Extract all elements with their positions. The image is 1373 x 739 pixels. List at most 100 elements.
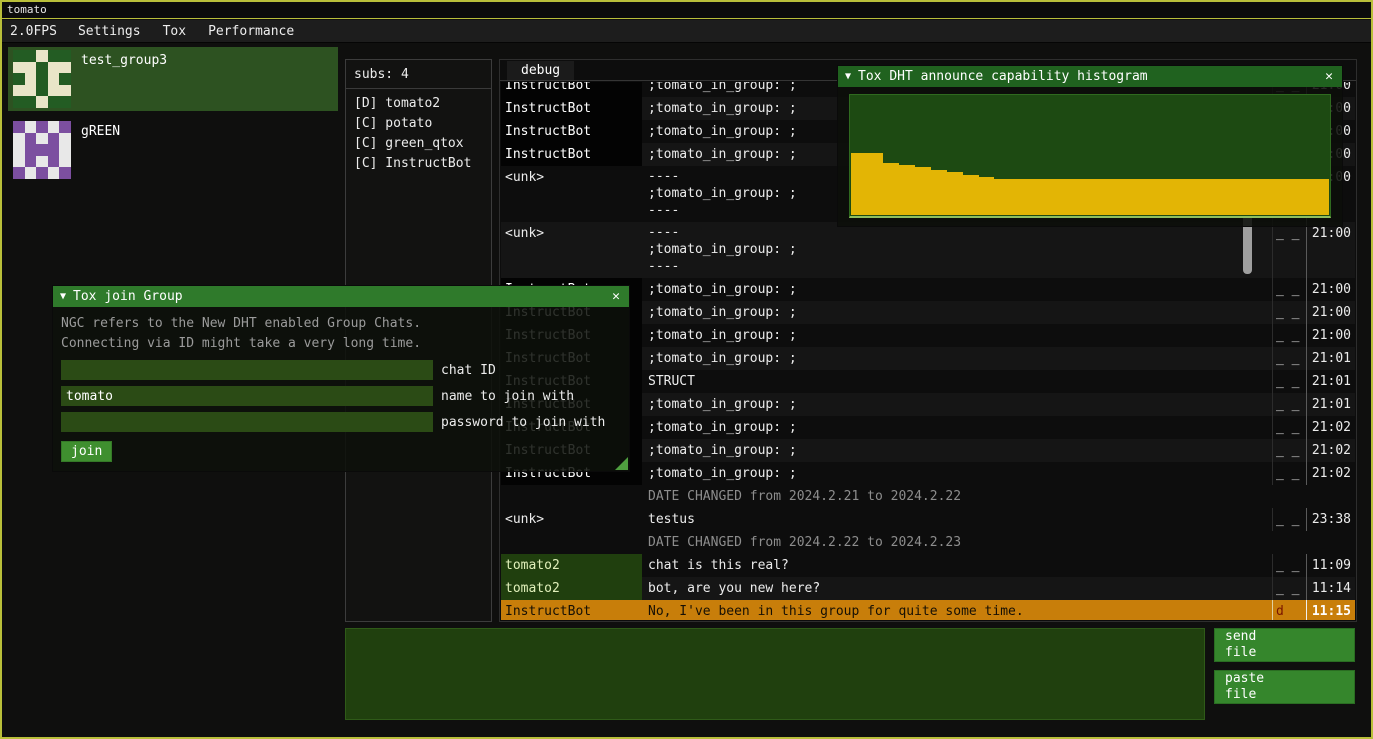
histogram-bar: [1218, 179, 1234, 215]
message-flags: _ _: [1272, 462, 1306, 485]
join-name-input[interactable]: [61, 386, 433, 406]
menu-tox[interactable]: Tox: [152, 22, 197, 41]
histogram-bar: [931, 170, 947, 215]
join-group-dialog: ▼ Tox join Group ✕ NGC refers to the New…: [52, 285, 630, 472]
message-flags: _ _: [1272, 222, 1306, 278]
chat-message-row[interactable]: InstructBotNo, I've been in this group f…: [501, 600, 1355, 620]
date-text: DATE CHANGED from 2024.2.22 to 2024.2.23: [642, 531, 1355, 554]
message-text: ;tomato_in_group: ;: [642, 347, 1272, 370]
join-button[interactable]: join: [61, 441, 112, 462]
member-item-potato[interactable]: [C] potato: [354, 114, 483, 134]
histogram-bar: [1281, 179, 1297, 215]
histogram-bar: [1154, 179, 1170, 215]
join-password-input-label: password to join with: [441, 415, 605, 430]
histogram-bar: [1249, 179, 1265, 215]
message-sender: [501, 485, 642, 508]
message-time: 21:02: [1306, 462, 1355, 485]
group-item-gREEN[interactable]: gREEN: [8, 118, 338, 182]
histogram-titlebar[interactable]: ▼ Tox DHT announce capability histogram …: [838, 66, 1342, 87]
menu-performance[interactable]: Performance: [197, 22, 305, 41]
message-flags: _ _: [1272, 278, 1306, 301]
member-item-InstructBot[interactable]: [C] InstructBot: [354, 154, 483, 174]
histogram-bar: [963, 175, 979, 215]
message-text: ;tomato_in_group: ;: [642, 462, 1272, 485]
message-flags: _ _: [1272, 508, 1306, 531]
chat-message-row[interactable]: tomato2bot, are you new here?_ _11:14: [501, 577, 1355, 600]
divider: [346, 88, 491, 89]
join-field-row: name to join with: [61, 386, 621, 406]
histogram-bar: [867, 153, 883, 215]
tab-debug[interactable]: debug: [507, 61, 574, 80]
message-sender: <unk>: [501, 166, 642, 222]
message-flags: _ _: [1272, 554, 1306, 577]
join-dialog-body: NGC refers to the New DHT enabled Group …: [53, 307, 629, 462]
message-text: ;tomato_in_group: ;: [642, 416, 1272, 439]
collapse-arrow-icon[interactable]: ▼: [845, 71, 851, 82]
dht-histogram-window: ▼ Tox DHT announce capability histogram …: [837, 65, 1343, 227]
collapse-arrow-icon[interactable]: ▼: [60, 291, 66, 302]
message-sender: InstructBot: [501, 143, 642, 166]
join-field-row: password to join with: [61, 412, 621, 432]
message-time: 11:14: [1306, 577, 1355, 600]
chat-id-input-label: chat ID: [441, 363, 496, 378]
message-sender: tomato2: [501, 577, 642, 600]
message-flags: _ _: [1272, 301, 1306, 324]
message-flags: _ _: [1272, 347, 1306, 370]
histogram-plot[interactable]: [849, 94, 1331, 218]
window-title: tomato: [7, 3, 47, 16]
chat-message-row[interactable]: tomato2chat is this real?_ _11:09: [501, 554, 1355, 577]
message-flags: _ _: [1272, 324, 1306, 347]
date-changed-row[interactable]: DATE CHANGED from 2024.2.21 to 2024.2.22: [501, 485, 1355, 508]
member-item-tomato2[interactable]: [D] tomato2: [354, 94, 483, 114]
menu-settings[interactable]: Settings: [67, 22, 152, 41]
message-time: 11:15: [1306, 600, 1355, 620]
histogram-bar: [1138, 179, 1154, 215]
chat-message-row[interactable]: <unk>----;tomato_in_group: ;----_ _21:00: [501, 222, 1355, 278]
join-password-input[interactable]: [61, 412, 433, 432]
message-flags: d: [1272, 600, 1306, 620]
message-time: 23:38: [1306, 508, 1355, 531]
histogram-bar: [851, 153, 867, 215]
message-time: 21:00: [1306, 301, 1355, 324]
close-icon[interactable]: ✕: [1323, 69, 1335, 84]
group-item-test_group3[interactable]: test_group3: [8, 47, 338, 111]
window-titlebar[interactable]: tomato: [2, 2, 1371, 19]
histogram-bar: [883, 163, 899, 215]
message-line: ----: [648, 258, 1266, 275]
group-avatar-icon: [13, 50, 71, 108]
close-icon[interactable]: ✕: [610, 289, 622, 304]
fps-counter: 2.0FPS: [2, 22, 67, 41]
histogram-bar: [1234, 179, 1250, 215]
send-file-button[interactable]: send file: [1214, 628, 1355, 662]
message-input[interactable]: [345, 628, 1205, 720]
message-sender: InstructBot: [501, 82, 642, 97]
message-text: ----;tomato_in_group: ;----: [642, 222, 1272, 277]
message-text: ;tomato_in_group: ;: [642, 278, 1272, 301]
histogram-bar: [994, 179, 1010, 215]
message-text: STRUCT: [642, 370, 1272, 393]
resize-grip[interactable]: [615, 457, 628, 470]
member-list: [D] tomato2[C] potato[C] green_qtox[C] I…: [354, 94, 483, 174]
date-changed-row[interactable]: DATE CHANGED from 2024.2.22 to 2024.2.23: [501, 531, 1355, 554]
join-dialog-title: Tox join Group: [73, 289, 603, 304]
message-time: 21:02: [1306, 439, 1355, 462]
member-item-green_qtox[interactable]: [C] green_qtox: [354, 134, 483, 154]
message-time: 21:00: [1306, 278, 1355, 301]
histogram-bar: [1058, 179, 1074, 215]
message-text: No, I've been in this group for quite so…: [642, 600, 1272, 620]
message-time: 21:01: [1306, 393, 1355, 416]
join-dialog-titlebar[interactable]: ▼ Tox join Group ✕: [53, 286, 629, 307]
message-text: testus: [642, 508, 1272, 531]
chat-message-row[interactable]: <unk>testus_ _23:38: [501, 508, 1355, 531]
chat-id-input[interactable]: [61, 360, 433, 380]
join-field-row: chat ID: [61, 360, 621, 380]
message-sender: [501, 531, 642, 554]
message-text: bot, are you new here?: [642, 577, 1272, 600]
group-list: test_group3 gREEN: [8, 47, 338, 189]
paste-file-button[interactable]: paste file: [1214, 670, 1355, 704]
message-text: chat is this real?: [642, 554, 1272, 577]
join-fields: chat ID name to join with password to join…: [61, 360, 621, 432]
histogram-bar: [1122, 179, 1138, 215]
join-name-input-label: name to join with: [441, 389, 574, 404]
message-flags: _ _: [1272, 416, 1306, 439]
